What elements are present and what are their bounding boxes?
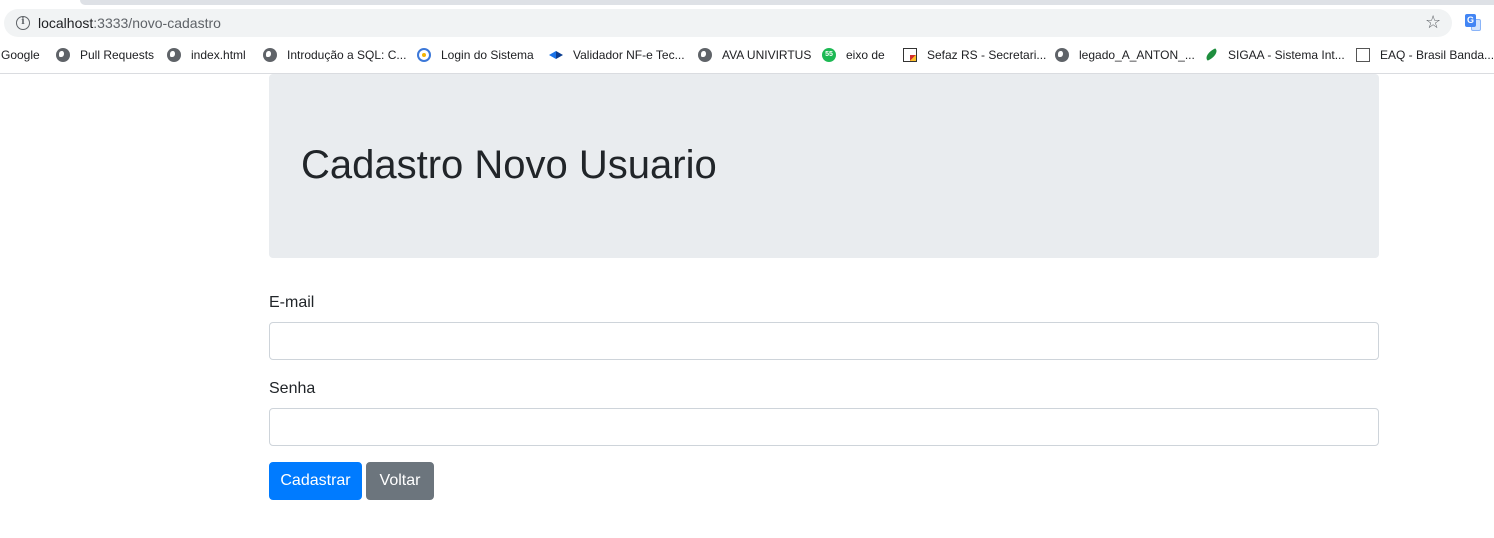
email-label: E-mail: [269, 294, 315, 311]
cadastrar-button[interactable]: Cadastrar: [269, 462, 362, 500]
bookmarks-bar: Google Pull Requests index.html Introduç…: [0, 45, 1494, 65]
bookmark-sigaa[interactable]: SIGAA - Sistema Int...: [1204, 45, 1345, 65]
bookmark-label: Login do Sistema: [441, 48, 534, 62]
bookmark-label: Google: [1, 48, 40, 62]
voltar-button[interactable]: Voltar: [366, 462, 434, 500]
bookmark-label: EAQ - Brasil Banda...: [1380, 48, 1494, 62]
bookmark-label: Sefaz RS - Secretari...: [927, 48, 1047, 62]
bookmark-label: Introdução a SQL: C...: [287, 48, 407, 62]
bookmark-sefaz-rs[interactable]: Sefaz RS - Secretari...: [903, 45, 1046, 65]
bookmark-label: SIGAA - Sistema Int...: [1228, 48, 1345, 62]
bookmark-introducao-sql[interactable]: Introdução a SQL: C...: [263, 45, 406, 65]
bookmark-index-html[interactable]: index.html: [167, 45, 246, 65]
bookmark-label: Validador NF-e Tec...: [573, 48, 685, 62]
eixo-favicon-icon: 55: [822, 48, 836, 62]
address-bar[interactable]: i localhost:3333/novo-cadastro ☆: [4, 9, 1452, 37]
globe-icon: [698, 48, 712, 62]
eaq-favicon-icon: [1356, 48, 1370, 62]
url-host: localhost: [38, 15, 94, 31]
bookmark-label: eixo de: [846, 48, 885, 62]
url-path: :3333/novo-cadastro: [93, 15, 221, 31]
bookmark-label: legado_A_ANTON_...: [1079, 48, 1195, 62]
jumbotron-header: Cadastro Novo Usuario: [269, 74, 1379, 258]
bookmark-pull-requests[interactable]: Pull Requests: [56, 45, 154, 65]
login-favicon-icon: [417, 48, 431, 62]
bookmark-label: AVA UNIVIRTUS: [722, 48, 812, 62]
bookmark-legado[interactable]: legado_A_ANTON_...: [1055, 45, 1195, 65]
globe-icon: [167, 48, 181, 62]
bookmark-eaq[interactable]: EAQ - Brasil Banda...: [1356, 45, 1494, 65]
nfe-favicon-icon: [549, 48, 563, 62]
url-text[interactable]: localhost:3333/novo-cadastro: [38, 15, 221, 31]
tab-strip: [80, 0, 1494, 5]
site-info-icon[interactable]: i: [16, 16, 30, 30]
bookmark-label: Pull Requests: [80, 48, 155, 62]
sefaz-favicon-icon: [903, 48, 917, 62]
globe-icon: [263, 48, 277, 62]
bookmark-label: index.html: [191, 48, 246, 62]
sigaa-favicon-icon: [1204, 48, 1218, 62]
bookmark-star-icon[interactable]: ☆: [1425, 12, 1441, 32]
senha-field[interactable]: [269, 408, 1379, 446]
bookmark-validador-nfe[interactable]: Validador NF-e Tec...: [549, 45, 685, 65]
email-field[interactable]: [269, 322, 1379, 360]
google-translate-extension-icon[interactable]: G: [1465, 14, 1481, 31]
bookmark-ava-univirtus[interactable]: AVA UNIVIRTUS: [698, 45, 811, 65]
bookmark-eixo-de[interactable]: 55 eixo de: [822, 45, 885, 65]
bookmark-google[interactable]: Google: [1, 45, 40, 65]
globe-icon: [1055, 48, 1069, 62]
globe-icon: [56, 48, 70, 62]
page-title: Cadastro Novo Usuario: [301, 143, 717, 187]
senha-label: Senha: [269, 380, 316, 397]
bookmark-login-sistema[interactable]: Login do Sistema: [417, 45, 534, 65]
browser-chrome: i localhost:3333/novo-cadastro ☆ G Googl…: [0, 0, 1494, 74]
